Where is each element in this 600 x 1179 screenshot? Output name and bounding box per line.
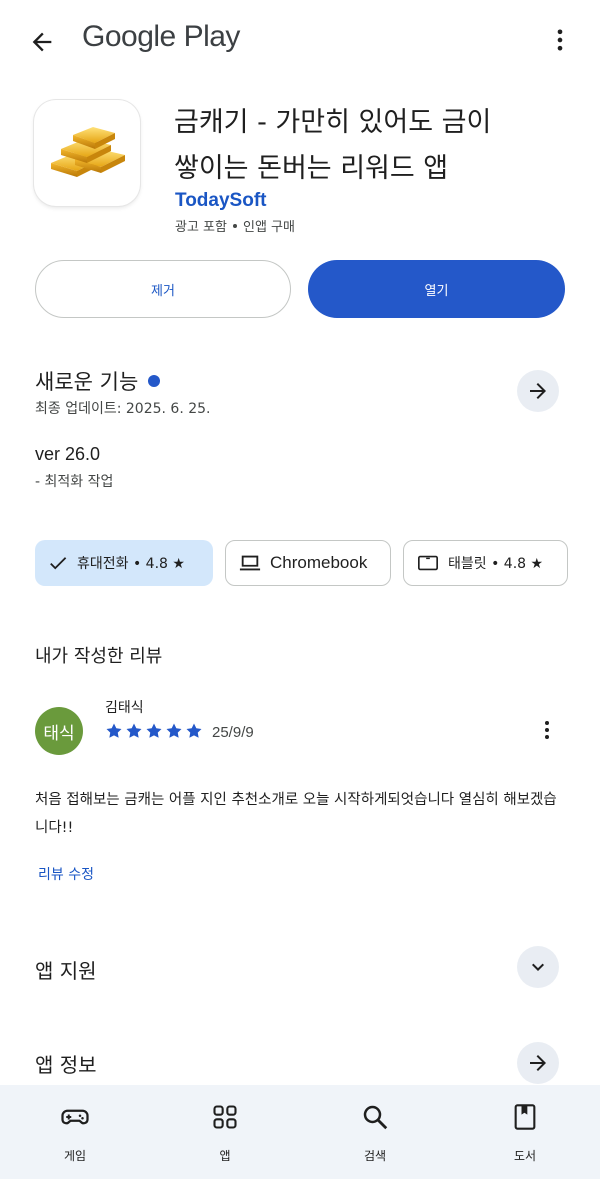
star-icon [146,723,162,738]
new-indicator-dot [148,375,161,387]
gold-bars-icon [51,127,125,177]
nav-apps-label: 앱 [219,1149,231,1163]
star-icon [186,723,202,738]
in-app-purchases-label: 인앱 구매 [242,220,295,235]
nav-search-label: 검색 [363,1149,387,1163]
more-options-button[interactable] [540,20,580,60]
nav-games[interactable]: 게임 [0,1085,150,1179]
device-chip-tablet-label: 태블릿 • 4.8 ★ [448,556,544,572]
more-vert-icon [545,721,549,739]
review-text: 처음 접해보는 금캐는 어플 지인 추천소개로 오늘 시작하게되엇습니다 열심히… [35,792,557,836]
app-title-line1: 금캐기 - 가만히 있어도 금이 [174,107,492,138]
more-vert-icon [557,29,563,51]
review-more-button[interactable] [532,713,562,747]
review-date: 25/9/9 [212,724,254,741]
app-meta: 광고 포함 인앱 구매 [175,216,295,235]
app-info-title[interactable]: 앱 정보 [35,1049,97,1078]
nav-games-label: 게임 [63,1149,87,1163]
star-icon [106,723,122,738]
brand-title: Google Play [82,20,240,53]
nav-search[interactable]: 검색 [300,1085,450,1179]
uninstall-button[interactable]: 제거 [35,260,291,318]
apps-grid-icon [213,1105,237,1129]
app-title-line2: 쌓이는 돈버는 리워드 앱 [174,153,449,184]
whats-new-header[interactable]: 새로운 기능 [35,366,161,396]
back-button[interactable] [22,22,62,62]
bottom-navigation: 게임 앱 검색 도서 [0,1085,600,1179]
contains-ads-label: 광고 포함 [175,220,227,235]
arrow-back-icon [32,32,52,52]
gamepad-icon [61,1109,89,1125]
star-icon [166,723,182,738]
device-chip-chromebook-label: Chromebook [270,553,368,572]
last-updated: 최종 업데이트: 2025. 6. 25. [35,401,211,417]
arrow-forward-icon [530,383,546,399]
app-icon [34,100,140,206]
chevron-down-icon [532,963,544,971]
app-title: 금캐기 - 가만히 있어도 금이 쌓이는 돈버는 리워드 앱 [174,100,534,192]
developer-link[interactable]: TodaySoft [175,190,266,212]
nav-books[interactable]: 도서 [450,1085,600,1179]
search-icon [363,1105,388,1130]
check-icon [50,557,67,570]
app-support-expand-button[interactable] [517,946,559,988]
nav-books-label: 도서 [513,1149,537,1163]
version-text: ver 26.0 [35,444,101,464]
change-note: - 최적화 작업 [35,474,114,490]
laptop-icon [239,555,261,571]
tablet-icon [418,555,438,571]
device-chip-phone[interactable]: 휴대전화 • 4.8 ★ [35,540,213,586]
open-button[interactable]: 열기 [308,260,565,318]
my-review-title: 내가 작성한 리뷰 [35,646,163,667]
arrow-forward-icon [530,1055,546,1071]
whats-new-arrow-button[interactable] [517,370,559,412]
separator-dot [232,223,237,228]
app-info-arrow-button[interactable] [517,1042,559,1084]
edit-review-link[interactable]: 리뷰 수정 [38,864,94,884]
reviewer-name: 김태식 [105,700,144,716]
app-support-title[interactable]: 앱 지원 [35,955,97,984]
avatar: 태식 [35,707,83,755]
star-rating [105,722,203,740]
device-chip-chromebook[interactable]: Chromebook [225,540,391,586]
whats-new-title: 새로운 기능 [35,370,139,394]
star-icon [126,723,142,738]
device-chip-phone-label: 휴대전화 • 4.8 ★ [77,556,185,572]
nav-apps[interactable]: 앱 [150,1085,300,1179]
book-icon [514,1104,536,1130]
device-chip-tablet[interactable]: 태블릿 • 4.8 ★ [403,540,568,586]
